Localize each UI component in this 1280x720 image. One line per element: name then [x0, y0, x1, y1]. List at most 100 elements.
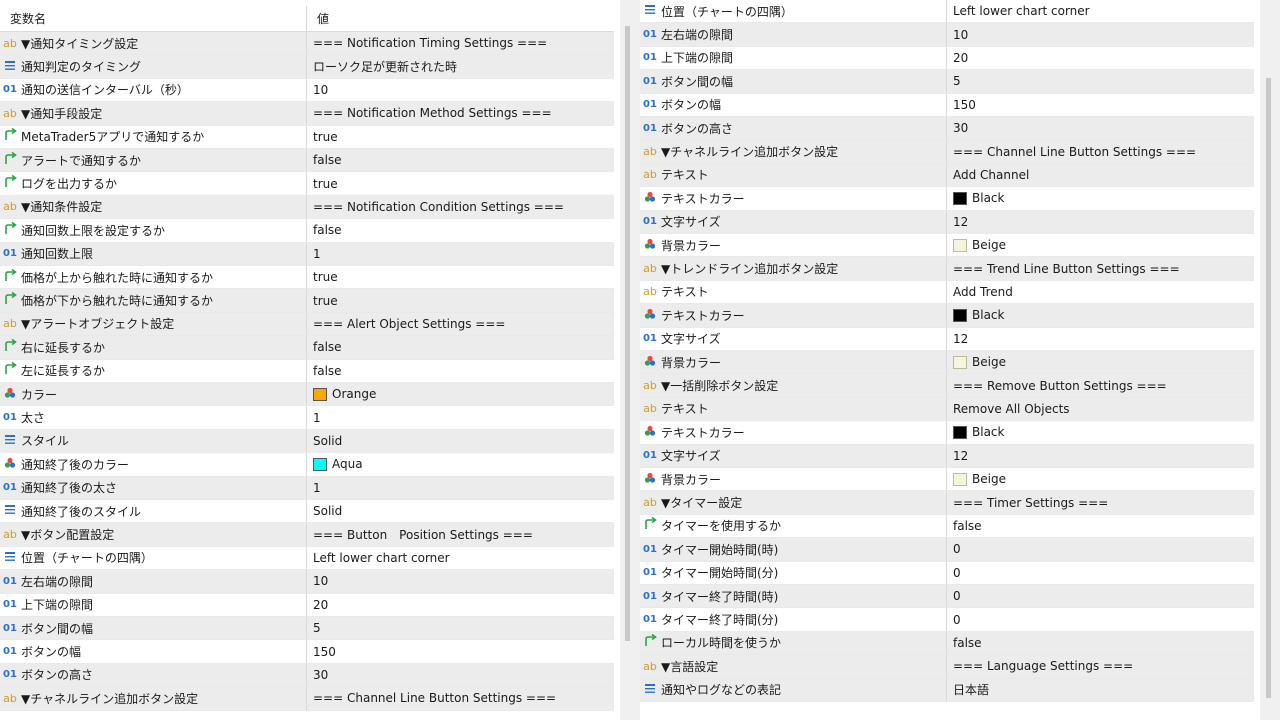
parameter-row[interactable]: 01 通知回数上限 1	[0, 242, 614, 266]
parameter-name-cell[interactable]: 01 通知終了後の太さ	[0, 476, 307, 499]
parameter-row[interactable]: 価格が上から触れた時に通知するか true	[0, 266, 614, 290]
parameter-value-cell[interactable]: 10	[947, 23, 1254, 45]
parameter-value-cell[interactable]: true	[307, 172, 614, 194]
parameter-name-cell[interactable]: ab ▼チャネルライン追加ボタン設定	[0, 687, 307, 710]
parameter-value-cell[interactable]: === Notification Timing Settings ===	[307, 32, 614, 54]
parameter-name-cell[interactable]: MetaTrader5アプリで通知するか	[0, 125, 307, 148]
parameter-name-cell[interactable]: ab ▼アラートオブジェクト設定	[0, 312, 307, 336]
parameter-value-cell[interactable]: Left lower chart corner	[307, 547, 614, 569]
parameter-name-cell[interactable]: 右に延長するか	[0, 336, 307, 359]
parameter-name-cell[interactable]: 01 タイマー終了時間(時)	[640, 585, 947, 608]
parameter-name-cell[interactable]: 位置（チャートの四隅）	[640, 0, 947, 23]
parameter-row[interactable]: 01 通知の送信インターバル（秒） 10	[0, 78, 614, 103]
parameter-name-cell[interactable]: 01 文字サイズ	[640, 327, 947, 350]
parameter-value-cell[interactable]: Beige	[947, 234, 1254, 256]
parameter-row[interactable]: 01 タイマー開始時間(時) 0	[640, 538, 1254, 562]
parameter-value-cell[interactable]: 5	[947, 70, 1254, 92]
parameter-value-cell[interactable]: === Trend Line Button Settings ===	[947, 257, 1254, 279]
parameter-value-cell[interactable]: true	[307, 266, 614, 288]
parameter-row[interactable]: 左に延長するか false	[0, 359, 614, 383]
parameter-value-cell[interactable]: 12	[947, 445, 1254, 467]
parameter-row[interactable]: 01 タイマー開始時間(分) 0	[640, 561, 1254, 585]
parameter-value-cell[interactable]: === Notification Method Settings ===	[307, 102, 614, 124]
parameter-row[interactable]: 背景カラー Beige	[640, 234, 1254, 258]
parameter-row[interactable]: 01 ボタンの高さ 30	[0, 663, 614, 688]
parameter-row[interactable]: 価格が下から触れた時に通知するか true	[0, 289, 614, 313]
parameter-value-cell[interactable]: === Button Position Settings ===	[307, 523, 614, 545]
parameter-row[interactable]: ログを出力するか true	[0, 172, 614, 196]
parameter-value-cell[interactable]: === Language Settings ===	[947, 655, 1254, 677]
parameter-row[interactable]: ab ▼ボタン配置設定 === Button Position Settings =…	[0, 523, 614, 547]
parameter-name-cell[interactable]: 01 ボタンの高さ	[640, 117, 947, 140]
parameter-row[interactable]: 01 文字サイズ 12	[640, 444, 1254, 468]
parameter-name-cell[interactable]: 通知やログなどの表記	[640, 678, 947, 701]
parameter-name-cell[interactable]: 01 通知回数上限	[0, 242, 307, 265]
parameter-name-cell[interactable]: 01 左右端の隙間	[0, 570, 307, 593]
parameter-name-cell[interactable]: 01 左右端の隙間	[640, 23, 947, 46]
parameter-row[interactable]: 右に延長するか false	[0, 336, 614, 360]
parameter-value-cell[interactable]: false	[307, 336, 614, 358]
parameter-name-cell[interactable]: カラー	[0, 383, 307, 406]
parameter-row[interactable]: 通知終了後のスタイル Solid	[0, 500, 614, 524]
value-header[interactable]: 値	[307, 6, 614, 31]
parameter-value-cell[interactable]: false	[307, 149, 614, 171]
parameter-value-cell[interactable]: false	[947, 632, 1254, 654]
parameter-row[interactable]: 01 左右端の隙間 10	[0, 570, 614, 594]
parameter-row[interactable]: 01 ボタンの幅 150	[0, 640, 614, 664]
parameter-name-cell[interactable]: ab ▼タイマー設定	[640, 491, 947, 514]
parameter-row[interactable]: 01 タイマー終了時間(時) 0	[640, 585, 1254, 609]
parameter-row[interactable]: 01 ボタン間の幅 5	[0, 617, 614, 641]
parameter-name-cell[interactable]: 通知判定のタイミング	[0, 55, 307, 78]
parameter-name-cell[interactable]: 01 通知の送信インターバル（秒）	[0, 78, 307, 102]
parameter-row[interactable]: 01 ボタン間の幅 5	[640, 70, 1254, 94]
parameter-value-cell[interactable]: 20	[307, 594, 614, 616]
parameter-name-cell[interactable]: 01 タイマー終了時間(分)	[640, 608, 947, 631]
parameter-value-cell[interactable]: 5	[307, 617, 614, 639]
left-scrollbar-thumb[interactable]	[625, 26, 630, 641]
parameter-value-cell[interactable]: Add Channel	[947, 164, 1254, 186]
parameter-row[interactable]: 01 ボタンの高さ 30	[640, 117, 1254, 141]
parameter-value-cell[interactable]: true	[307, 289, 614, 311]
parameter-value-cell[interactable]: Black	[947, 304, 1254, 326]
parameter-row[interactable]: 位置（チャートの四隅） Left lower chart corner	[640, 0, 1254, 24]
parameter-value-cell[interactable]: false	[307, 219, 614, 241]
parameter-value-cell[interactable]: 12	[947, 211, 1254, 233]
parameter-name-cell[interactable]: 01 ボタンの高さ	[0, 663, 307, 687]
parameter-name-cell[interactable]: ab ▼ボタン配置設定	[0, 523, 307, 546]
parameter-name-cell[interactable]: 通知終了後のカラー	[0, 453, 307, 476]
parameter-row[interactable]: 01 左右端の隙間 10	[640, 23, 1254, 47]
parameter-name-cell[interactable]: 01 文字サイズ	[640, 210, 947, 233]
parameter-value-cell[interactable]: === Channel Line Button Settings ===	[307, 687, 614, 709]
parameter-value-cell[interactable]: Aqua	[307, 453, 614, 475]
parameter-name-cell[interactable]: ローカル時間を使うか	[640, 631, 947, 655]
parameter-row[interactable]: ab ▼アラートオブジェクト設定 === Alert Object Settings…	[0, 312, 614, 337]
parameter-row[interactable]: 01 上下端の隙間 20	[640, 46, 1254, 71]
parameter-row[interactable]: テキストカラー Black	[640, 421, 1254, 445]
parameter-value-cell[interactable]: 1	[307, 406, 614, 428]
parameter-row[interactable]: 位置（チャートの四隅） Left lower chart corner	[0, 546, 614, 571]
parameter-name-cell[interactable]: 01 ボタンの幅	[0, 640, 307, 663]
parameter-value-cell[interactable]: 0	[947, 562, 1254, 584]
parameter-row[interactable]: タイマーを使用するか false	[640, 514, 1254, 539]
parameter-row[interactable]: ローカル時間を使うか false	[640, 631, 1254, 656]
parameter-value-cell[interactable]: === Timer Settings ===	[947, 491, 1254, 513]
parameter-name-cell[interactable]: タイマーを使用するか	[640, 514, 947, 538]
parameter-name-cell[interactable]: 01 タイマー開始時間(時)	[640, 538, 947, 561]
parameter-name-cell[interactable]: ab ▼言語設定	[640, 655, 947, 678]
parameter-row[interactable]: 通知終了後のカラー Aqua	[0, 453, 614, 477]
parameter-value-cell[interactable]: Solid	[307, 430, 614, 452]
parameter-name-cell[interactable]: ab ▼一括削除ボタン設定	[640, 374, 947, 397]
parameter-name-cell[interactable]: ログを出力するか	[0, 172, 307, 195]
parameter-name-cell[interactable]: ab ▼通知手段設定	[0, 102, 307, 125]
parameter-name-cell[interactable]: ab テキスト	[640, 397, 947, 421]
parameter-value-cell[interactable]: Beige	[947, 468, 1254, 490]
parameter-row[interactable]: ab ▼タイマー設定 === Timer Settings ===	[640, 491, 1254, 515]
parameter-row[interactable]: アラートで通知するか false	[0, 149, 614, 173]
parameter-value-cell[interactable]: 0	[947, 608, 1254, 630]
parameter-name-cell[interactable]: テキストカラー	[640, 187, 947, 210]
left-scrollbar[interactable]	[620, 0, 636, 720]
parameter-row[interactable]: 背景カラー Beige	[640, 468, 1254, 492]
parameter-value-cell[interactable]: Left lower chart corner	[947, 0, 1254, 22]
parameter-value-cell[interactable]: Beige	[947, 351, 1254, 373]
parameter-row[interactable]: カラー Orange	[0, 383, 614, 407]
